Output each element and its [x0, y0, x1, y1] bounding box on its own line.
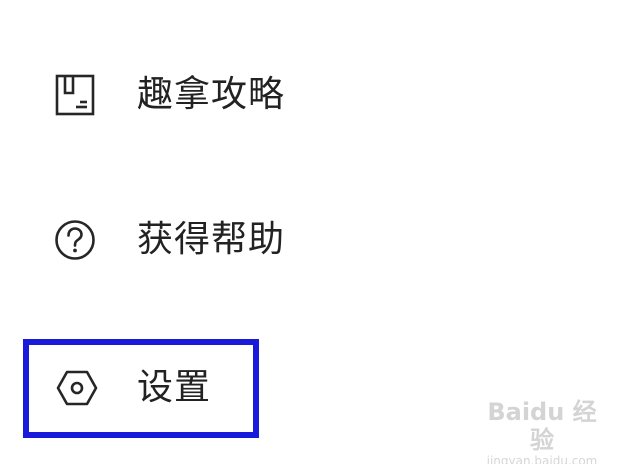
help-question-icon	[53, 218, 97, 262]
menu-item-label: 设置	[137, 367, 212, 408]
settings-hexagon-icon	[55, 366, 99, 410]
menu-item-help[interactable]: 获得帮助	[0, 186, 632, 296]
watermark: Baidu 经验 jingyan.baidu.com	[482, 398, 602, 464]
watermark-brand: Baidu 经验	[487, 398, 597, 454]
side-menu: 趣拿攻略 获得帮助 设置	[0, 0, 632, 464]
guide-document-icon	[53, 73, 97, 117]
watermark-url: jingyan.baidu.com	[486, 454, 598, 464]
menu-item-label: 趣拿攻略	[137, 74, 286, 115]
menu-item-label: 获得帮助	[137, 219, 286, 260]
menu-item-guide[interactable]: 趣拿攻略	[0, 44, 632, 154]
